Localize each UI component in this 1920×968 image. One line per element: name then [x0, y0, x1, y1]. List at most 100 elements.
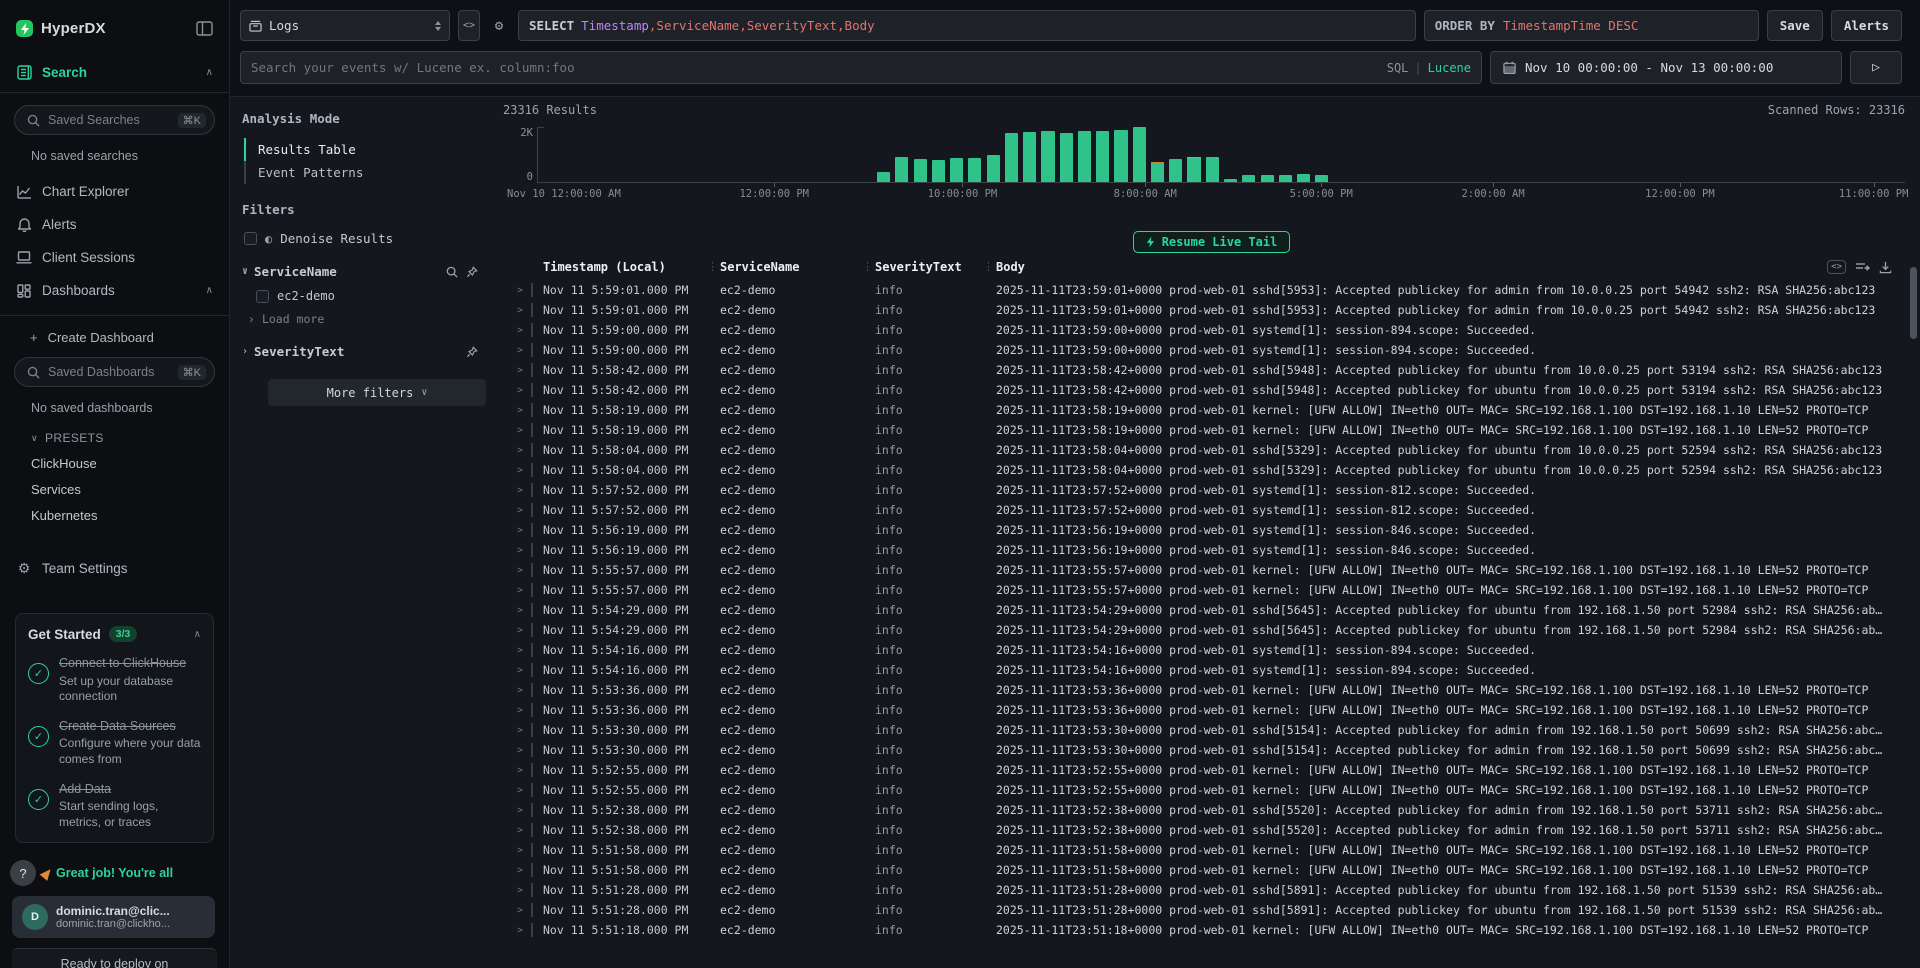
help-button[interactable]: ?	[10, 860, 36, 886]
event-search-input[interactable]: Search your events w/ Lucene ex. column:…	[240, 51, 1482, 84]
histogram-bar[interactable]	[1187, 157, 1200, 182]
column-header-servicename[interactable]: ⋮ServiceName	[708, 260, 863, 274]
table-row[interactable]: >Nov 11 5:51:58.000 PMec2-demoinfo2025-1…	[503, 840, 1920, 860]
table-row[interactable]: >Nov 11 5:52:55.000 PMec2-demoinfo2025-1…	[503, 760, 1920, 780]
row-expand-chevron-icon[interactable]: >	[509, 745, 531, 756]
checkbox[interactable]	[244, 232, 257, 245]
histogram-bar[interactable]	[1133, 127, 1146, 182]
select-columns-input[interactable]: SELECT Timestamp,ServiceName,SeverityTex…	[518, 10, 1416, 41]
table-row[interactable]: >Nov 11 5:52:38.000 PMec2-demoinfo2025-1…	[503, 820, 1920, 840]
deploy-banner[interactable]: Ready to deploy on	[12, 948, 217, 968]
date-range-picker[interactable]: Nov 10 00:00:00 - Nov 13 00:00:00	[1490, 51, 1842, 84]
table-row[interactable]: >Nov 11 5:57:52.000 PMec2-demoinfo2025-1…	[503, 500, 1920, 520]
row-expand-chevron-icon[interactable]: >	[509, 925, 531, 936]
code-toggle-button[interactable]: <>	[458, 10, 480, 41]
table-row[interactable]: >Nov 11 5:55:57.000 PMec2-demoinfo2025-1…	[503, 580, 1920, 600]
histogram-bar[interactable]	[950, 158, 963, 182]
table-row[interactable]: >Nov 11 5:53:30.000 PMec2-demoinfo2025-1…	[503, 740, 1920, 760]
table-row[interactable]: >Nov 11 5:53:36.000 PMec2-demoinfo2025-1…	[503, 700, 1920, 720]
histogram-bar[interactable]	[1078, 131, 1091, 182]
drag-handle-icon[interactable]: ⋮	[708, 260, 718, 273]
sidebar-item-services[interactable]: Services	[0, 471, 229, 497]
user-menu[interactable]: D dominic.tran@clic... dominic.tran@clic…	[12, 896, 215, 938]
histogram-bar[interactable]	[968, 158, 981, 182]
row-expand-chevron-icon[interactable]: >	[509, 325, 531, 336]
sidebar-item-chart-explorer[interactable]: Chart Explorer	[0, 175, 229, 208]
row-expand-chevron-icon[interactable]: >	[509, 885, 531, 896]
histogram-bar[interactable]	[1005, 133, 1018, 183]
service-filter-ec2-demo[interactable]: ec2-demo	[256, 289, 486, 303]
histogram-bar[interactable]	[1261, 175, 1274, 182]
download-icon[interactable]	[1879, 261, 1892, 274]
table-row[interactable]: >Nov 11 5:56:19.000 PMec2-demoinfo2025-1…	[503, 540, 1920, 560]
histogram-plot[interactable]	[537, 127, 1905, 183]
row-expand-chevron-icon[interactable]: >	[509, 645, 531, 656]
sidebar-item-alerts[interactable]: Alerts	[0, 208, 229, 241]
sidebar-item-clickhouse[interactable]: ClickHouse	[0, 445, 229, 471]
row-expand-chevron-icon[interactable]: >	[509, 525, 531, 536]
row-expand-chevron-icon[interactable]: >	[509, 685, 531, 696]
sidebar-item-client-sessions[interactable]: Client Sessions	[0, 241, 229, 274]
histogram-bar[interactable]	[1060, 133, 1073, 183]
row-expand-chevron-icon[interactable]: >	[509, 905, 531, 916]
table-row[interactable]: >Nov 11 5:58:04.000 PMec2-demoinfo2025-1…	[503, 460, 1920, 480]
checkbox[interactable]	[256, 290, 269, 303]
row-expand-chevron-icon[interactable]: >	[509, 625, 531, 636]
row-expand-chevron-icon[interactable]: >	[509, 485, 531, 496]
row-expand-chevron-icon[interactable]: >	[509, 665, 531, 676]
table-row[interactable]: >Nov 11 5:58:42.000 PMec2-demoinfo2025-1…	[503, 380, 1920, 400]
histogram-bar[interactable]	[1315, 175, 1328, 182]
source-select[interactable]: Logs	[240, 10, 450, 41]
row-expand-chevron-icon[interactable]: >	[509, 365, 531, 376]
row-expand-chevron-icon[interactable]: >	[509, 345, 531, 356]
row-expand-chevron-icon[interactable]: >	[509, 425, 531, 436]
row-expand-chevron-icon[interactable]: >	[509, 785, 531, 796]
row-expand-chevron-icon[interactable]: >	[509, 465, 531, 476]
vertical-scrollbar[interactable]	[1910, 267, 1917, 339]
table-row[interactable]: >Nov 11 5:57:52.000 PMec2-demoinfo2025-1…	[503, 480, 1920, 500]
row-expand-chevron-icon[interactable]: >	[509, 505, 531, 516]
tab-event-patterns[interactable]: Event Patterns	[244, 161, 486, 184]
run-query-button[interactable]: ▷	[1850, 51, 1902, 84]
table-row[interactable]: >Nov 11 5:51:58.000 PMec2-demoinfo2025-1…	[503, 860, 1920, 880]
table-row[interactable]: >Nov 11 5:59:00.000 PMec2-demoinfo2025-1…	[503, 320, 1920, 340]
resume-live-tail-button[interactable]: Resume Live Tail	[1133, 231, 1291, 253]
table-row[interactable]: >Nov 11 5:53:36.000 PMec2-demoinfo2025-1…	[503, 680, 1920, 700]
table-row[interactable]: >Nov 11 5:55:57.000 PMec2-demoinfo2025-1…	[503, 560, 1920, 580]
sidebar-item-team-settings[interactable]: ⚙ Team Settings	[0, 553, 229, 583]
histogram-bar[interactable]	[1023, 132, 1036, 182]
row-expand-chevron-icon[interactable]: >	[509, 285, 531, 296]
row-expand-chevron-icon[interactable]: >	[509, 605, 531, 616]
sidebar-item-search[interactable]: Search ∧	[0, 63, 229, 93]
row-expand-chevron-icon[interactable]: >	[509, 385, 531, 396]
column-header-timestamp[interactable]: Timestamp (Local)	[531, 260, 708, 274]
histogram-bar[interactable]	[1206, 157, 1219, 182]
table-row[interactable]: >Nov 11 5:54:16.000 PMec2-demoinfo2025-1…	[503, 660, 1920, 680]
lucene-mode-button[interactable]: Lucene	[1428, 61, 1471, 75]
table-row[interactable]: >Nov 11 5:59:01.000 PMec2-demoinfo2025-1…	[503, 300, 1920, 320]
histogram-bar[interactable]	[987, 155, 1000, 183]
table-row[interactable]: >Nov 11 5:53:30.000 PMec2-demoinfo2025-1…	[503, 720, 1920, 740]
table-row[interactable]: >Nov 11 5:56:19.000 PMec2-demoinfo2025-1…	[503, 520, 1920, 540]
alerts-button[interactable]: Alerts	[1831, 10, 1902, 41]
sidebar-item-dashboards[interactable]: Dashboards ∧	[0, 274, 229, 307]
drag-handle-icon[interactable]: ⋮	[984, 260, 994, 273]
table-row[interactable]: >Nov 11 5:52:55.000 PMec2-demoinfo2025-1…	[503, 780, 1920, 800]
load-more-button[interactable]: › Load more	[248, 312, 486, 326]
histogram-bar[interactable]	[1041, 131, 1054, 182]
row-expand-chevron-icon[interactable]: >	[509, 545, 531, 556]
presets-toggle[interactable]: ∨ PRESETS	[0, 415, 229, 445]
sidebar-collapse-icon[interactable]	[196, 21, 213, 36]
table-row[interactable]: >Nov 11 5:54:29.000 PMec2-demoinfo2025-1…	[503, 620, 1920, 640]
column-header-body[interactable]: ⋮Body	[984, 260, 1819, 274]
chevron-up-icon[interactable]: ∧	[206, 285, 213, 296]
pin-icon[interactable]	[466, 346, 478, 358]
histogram-bar[interactable]	[1279, 175, 1292, 182]
histogram-bar[interactable]	[914, 159, 927, 182]
table-row[interactable]: >Nov 11 5:59:00.000 PMec2-demoinfo2025-1…	[503, 340, 1920, 360]
saved-searches-input[interactable]: Saved Searches ⌘K	[14, 105, 215, 135]
sidebar-item-kubernetes[interactable]: Kubernetes	[0, 497, 229, 523]
chevron-up-icon[interactable]: ∧	[206, 67, 213, 78]
drag-handle-icon[interactable]: ⋮	[863, 260, 873, 273]
get-started-step[interactable]: ✓ Add DataStart sending logs, metrics, o…	[28, 781, 201, 831]
